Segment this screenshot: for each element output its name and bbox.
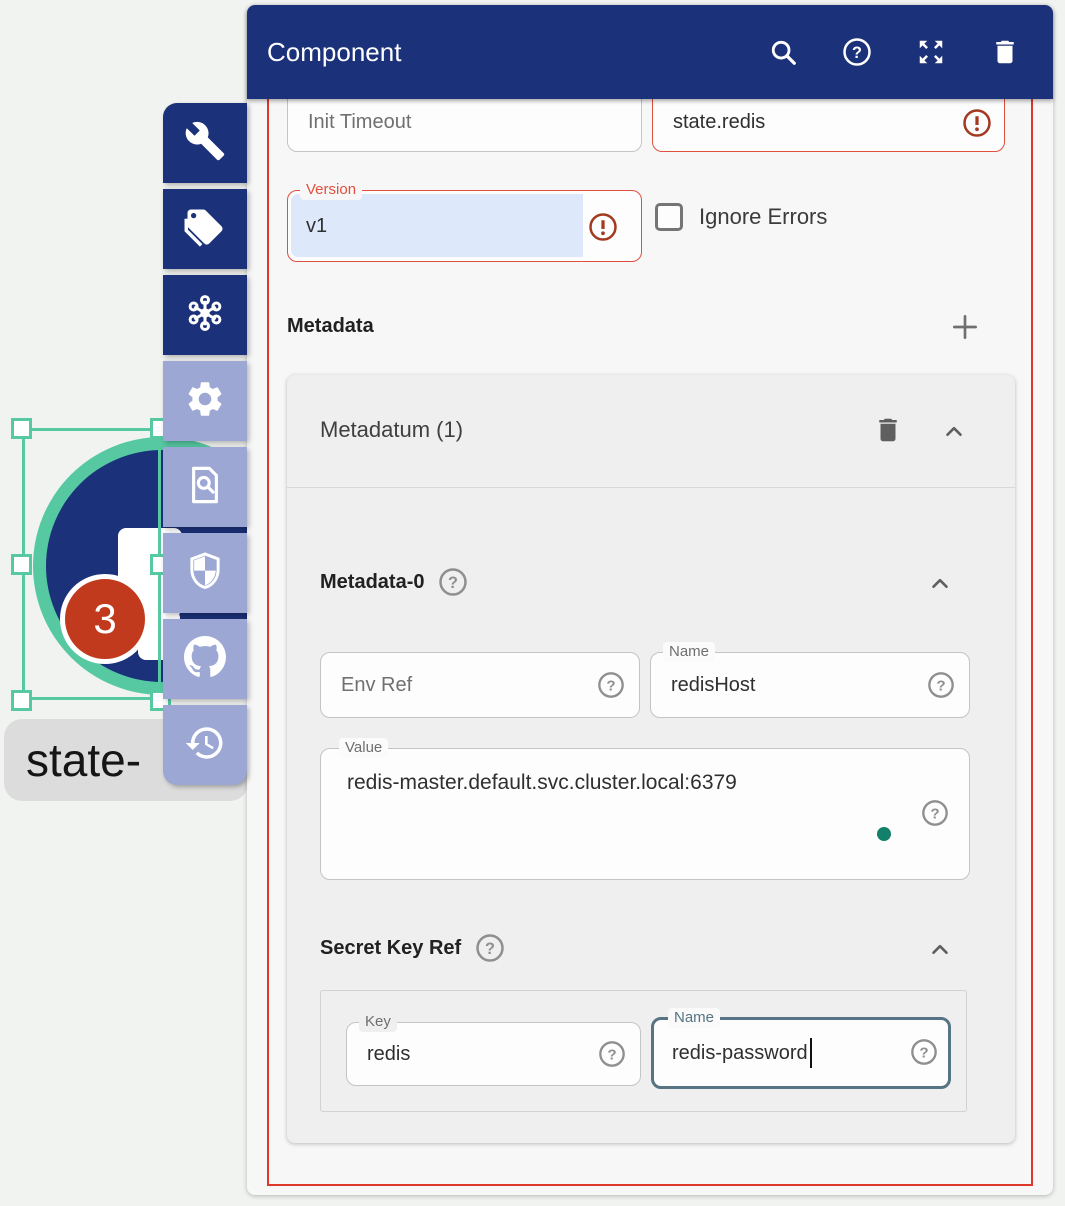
metadatum-title: Metadatum (1) (320, 417, 463, 443)
toolbar-button-relationships[interactable] (163, 275, 247, 355)
toolbar-button-github[interactable] (163, 619, 247, 699)
secret-name-label: Name (668, 1008, 720, 1028)
metadata-value-text: redis-master.default.svc.cluster.local:6… (347, 771, 737, 795)
history-icon (184, 722, 226, 769)
help-icon[interactable]: ? (598, 1040, 626, 1073)
metadata-name-value: redisHost (671, 653, 755, 717)
app-canvas: 3 state- I (0, 0, 1065, 1206)
toolbar-button-inspect[interactable] (163, 447, 247, 527)
panel-header-actions: ? (768, 37, 1053, 67)
collapse-metadata-0-button[interactable] (927, 571, 953, 597)
type-value: state.redis (673, 94, 765, 151)
gear-icon (184, 378, 226, 425)
svg-text:?: ? (606, 677, 615, 694)
svg-text:?: ? (485, 940, 495, 958)
node-action-toolbar (163, 103, 247, 791)
svg-text:?: ? (919, 1044, 928, 1061)
delete-button[interactable] (990, 37, 1020, 67)
help-icon[interactable]: ? (910, 1038, 938, 1071)
version-value: v1 (306, 191, 327, 261)
node-label-text: state- (4, 733, 141, 787)
add-metadata-button[interactable] (949, 311, 981, 343)
trash-icon (990, 54, 1020, 71)
search-icon (768, 54, 798, 71)
metadata-value-label: Value (339, 738, 388, 758)
badge-count: 3 (93, 595, 116, 643)
wrench-icon (184, 120, 226, 167)
resize-dot[interactable] (877, 827, 891, 841)
metadata-name-field[interactable]: Name redisHost ? (650, 652, 970, 718)
toolbar-button-configure[interactable] (163, 103, 247, 183)
collapse-secret-key-ref-button[interactable] (927, 937, 953, 963)
panel-title: Component (267, 37, 401, 68)
secret-key-ref-group: Key redis ? Name redis-password ? (320, 990, 967, 1112)
secret-key-ref-heading: Secret Key Ref (320, 937, 461, 960)
ignore-errors-label: Ignore Errors (699, 203, 827, 231)
github-icon (184, 636, 226, 683)
svg-text:?: ? (449, 574, 459, 592)
env-ref-field[interactable]: Env Ref ? (320, 652, 640, 718)
secret-key-label: Key (359, 1012, 397, 1032)
search-button[interactable] (768, 37, 798, 67)
version-field[interactable]: Version v1 (287, 190, 642, 262)
secret-name-value: redis-password (672, 1020, 812, 1086)
help-icon: ? (842, 54, 872, 71)
svg-text:?: ? (852, 44, 862, 62)
component-config-panel: Init Timeout state.redis Version v1 Igno… (247, 5, 1053, 1195)
toolbar-button-settings[interactable] (163, 361, 247, 441)
help-button[interactable]: ? (842, 37, 872, 67)
delete-metadatum-button[interactable] (873, 415, 903, 445)
help-icon[interactable]: ? (438, 567, 468, 597)
hub-icon (184, 292, 226, 339)
text-cursor (810, 1038, 813, 1068)
help-icon[interactable]: ? (927, 671, 955, 704)
metadata-name-label: Name (663, 642, 715, 662)
svg-text:?: ? (930, 805, 939, 822)
toolbar-button-security[interactable] (163, 533, 247, 613)
env-ref-placeholder: Env Ref (341, 653, 412, 717)
collapse-metadatum-button[interactable] (941, 419, 967, 445)
secret-key-ref-header: Secret Key Ref ? (320, 933, 505, 963)
help-icon[interactable]: ? (921, 799, 949, 832)
selection-handle-mid-left[interactable] (11, 554, 32, 575)
doc-search-icon (184, 464, 226, 511)
chevron-up-icon (927, 950, 953, 967)
chevron-up-icon (941, 432, 967, 449)
svg-text:?: ? (936, 677, 945, 694)
secret-key-value: redis (367, 1023, 410, 1085)
tag-icon (184, 206, 226, 253)
metadata-0-header: Metadata-0 ? (320, 567, 468, 597)
help-icon[interactable]: ? (475, 933, 505, 963)
autofill-highlight (291, 194, 583, 257)
trash-icon (873, 432, 903, 449)
selection-handle-bottom-left[interactable] (11, 690, 32, 711)
metadatum-card: Metadatum (1) Metadata-0 ? Env Ref ? Nam… (287, 375, 1015, 1143)
init-timeout-field[interactable]: Init Timeout (287, 94, 642, 152)
help-icon[interactable]: ? (597, 671, 625, 704)
metadata-heading: Metadata (287, 315, 374, 338)
shield-icon (184, 550, 226, 597)
selection-handle-top-left[interactable] (11, 418, 32, 439)
secret-key-field[interactable]: Key redis ? (346, 1022, 641, 1086)
expand-icon (916, 54, 946, 71)
error-icon (962, 108, 992, 138)
version-label: Version (300, 180, 362, 200)
metadata-0-heading: Metadata-0 (320, 571, 424, 594)
secret-name-field[interactable]: Name redis-password ? (651, 1017, 951, 1089)
metadatum-card-header: Metadatum (1) (287, 375, 1015, 488)
chevron-up-icon (927, 584, 953, 601)
plus-icon (949, 330, 981, 347)
toolbar-button-history[interactable] (163, 705, 247, 785)
panel-header: Component ? (247, 5, 1053, 99)
error-count-badge: 3 (60, 574, 150, 664)
error-icon (588, 212, 618, 242)
metadata-value-field[interactable]: Value redis-master.default.svc.cluster.l… (320, 748, 970, 880)
svg-text:?: ? (607, 1046, 616, 1063)
ignore-errors-checkbox[interactable] (655, 203, 683, 231)
expand-button[interactable] (916, 37, 946, 67)
init-timeout-placeholder: Init Timeout (308, 94, 411, 151)
type-field[interactable]: state.redis (652, 94, 1005, 152)
toolbar-button-tags[interactable] (163, 189, 247, 269)
